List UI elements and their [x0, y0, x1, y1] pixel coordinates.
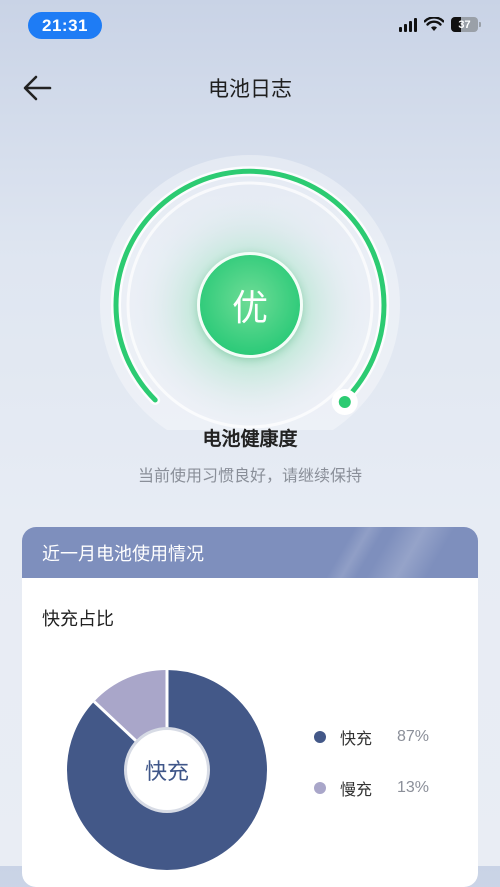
battery-icon: 37 [451, 17, 481, 32]
cellular-signal-icon [399, 17, 417, 32]
battery-health-gauge: 优 [98, 150, 402, 430]
legend-value: 87% [397, 728, 430, 745]
health-grade-badge: 优 [197, 252, 303, 358]
wifi-icon [424, 17, 444, 31]
chart-legend: 快充 87% 慢充 13% [314, 723, 429, 825]
legend-name: 慢充 [340, 780, 373, 799]
charge-donut-chart: 快充 [67, 670, 267, 870]
usage-card: 近一月电池使用情况 快充占比 快充 快充 87% 慢充 13% [22, 527, 478, 887]
battery-level: 37 [458, 18, 471, 31]
legend-value: 13% [397, 779, 430, 796]
health-subtitle: 当前使用习惯良好，请继续保持 [137, 466, 362, 485]
health-grade: 优 [231, 288, 268, 329]
donut-center: 快充 [124, 727, 210, 813]
status-icons: 37 [399, 17, 481, 32]
status-bar: 21:31 37 [0, 0, 500, 56]
legend-item: 快充 87% [314, 723, 429, 751]
nav-bar: 电池日志 [0, 60, 500, 116]
donut-center-label: 快充 [144, 760, 189, 785]
legend-item: 慢充 13% [314, 774, 429, 802]
legend-name: 快充 [340, 729, 373, 748]
usage-card-title: 近一月电池使用情况 [42, 544, 204, 565]
status-time[interactable]: 21:31 [28, 12, 102, 39]
health-label: 电池健康度 [202, 428, 298, 450]
legend-dot-slow [314, 782, 326, 794]
fast-charge-ratio-title: 快充占比 [42, 609, 114, 630]
page-title: 电池日志 [208, 77, 292, 101]
legend-dot-fast [314, 731, 326, 743]
usage-card-header: 近一月电池使用情况 [22, 527, 478, 578]
